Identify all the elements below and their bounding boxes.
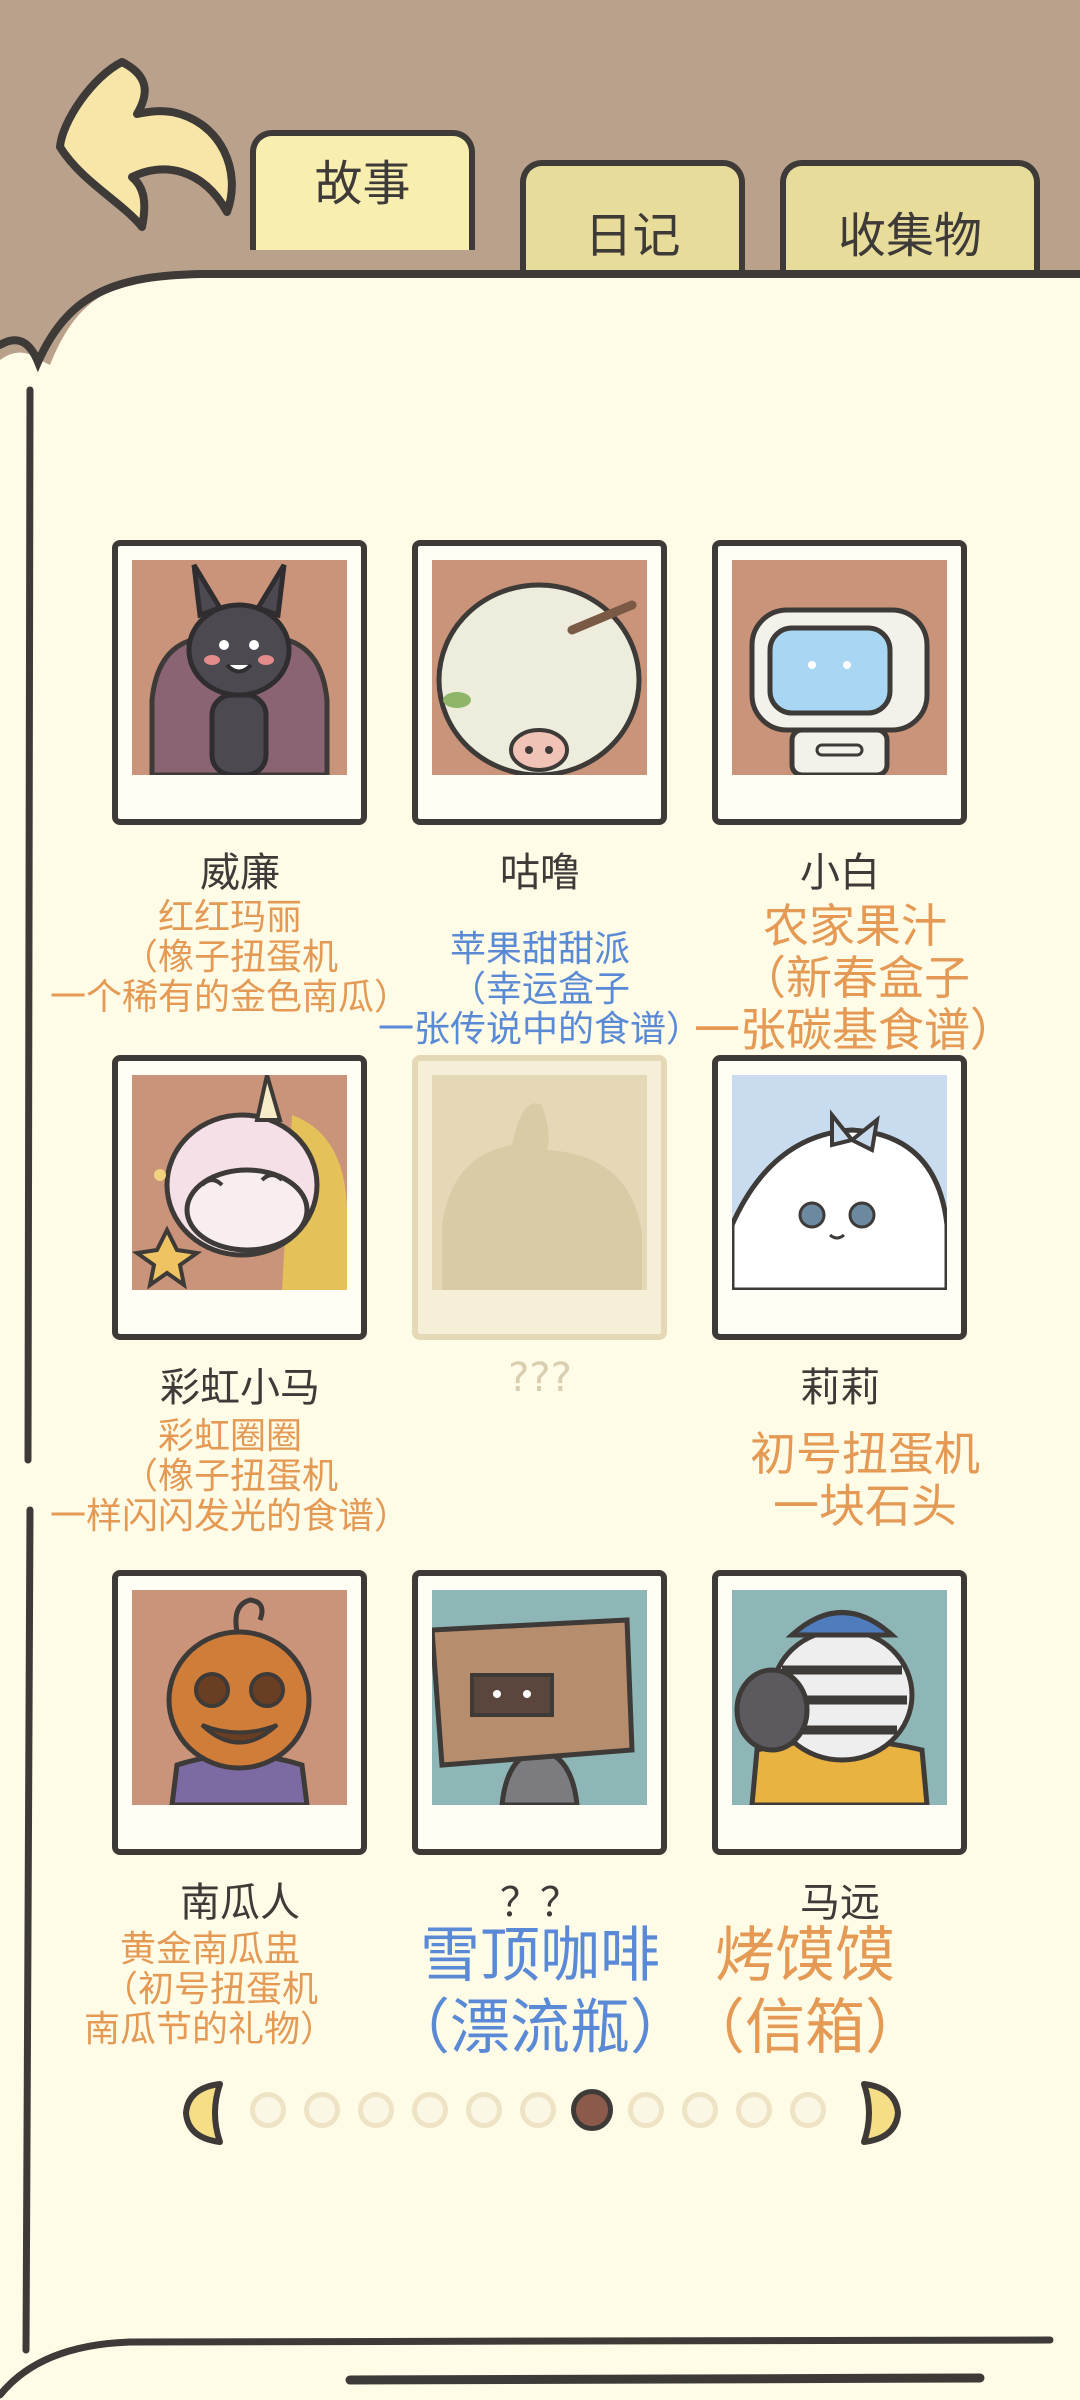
page-dot[interactable] (358, 2092, 394, 2128)
note-line: （初号扭蛋机 (101, 1969, 318, 2010)
character-note: 雪顶咖啡 （漂流瓶） (380, 1920, 700, 2064)
box-head-portrait (432, 1590, 647, 1805)
character-note: 烤馍馍 （信箱） (670, 1920, 940, 2064)
character-name: 彩虹小马 (160, 1365, 320, 1411)
character-card-william[interactable] (112, 540, 367, 825)
page-dot[interactable] (628, 2092, 664, 2128)
note-line: 南瓜节的礼物） (83, 2009, 336, 2050)
page-indicator (0, 2070, 1080, 2150)
character-name: 咕噜 (500, 850, 580, 896)
note-line: 烤馍馍 (715, 1921, 895, 1991)
xiaobai-portrait (732, 560, 947, 775)
pumpkin-man-portrait (132, 1590, 347, 1805)
lily-portrait (732, 1075, 947, 1290)
gulu-portrait (432, 560, 647, 775)
tab-collection-label: 收集物 (837, 208, 982, 264)
character-card-pumpkin-man[interactable] (112, 1570, 367, 1855)
character-card-box-head[interactable] (412, 1570, 667, 1855)
note-line: 雪顶咖啡 (420, 1921, 660, 1991)
locked-silhouette (432, 1075, 647, 1290)
tab-collection[interactable]: 收集物 (780, 160, 1040, 280)
character-note: 初号扭蛋机 一块石头 (705, 1428, 1025, 1532)
william-portrait (132, 560, 347, 775)
page-dot[interactable] (304, 2092, 340, 2128)
character-note: 彩虹圈圈 （橡子扭蛋机 一样闪闪发光的食谱） (20, 1417, 440, 1537)
tab-story-label: 故事 (314, 156, 411, 212)
character-name: 小白 (800, 850, 880, 896)
note-line: 一样闪闪发光的食谱） (49, 1496, 410, 1537)
character-name: 威廉 (200, 850, 280, 896)
note-line: （信箱） (685, 1993, 925, 2063)
note-line: （漂流瓶） (390, 1993, 690, 2063)
character-card-locked[interactable] (412, 1055, 667, 1340)
note-line: 一块石头 (773, 1479, 957, 1533)
page-dot[interactable] (520, 2092, 556, 2128)
note-line: 彩虹圈圈 (157, 1416, 302, 1457)
character-card-lily[interactable] (712, 1055, 967, 1340)
back-arrow-icon[interactable] (52, 52, 242, 232)
rainbow-pony-portrait (132, 1075, 347, 1290)
character-note: 黄金南瓜盅 （初号扭蛋机 南瓜节的礼物） (30, 1930, 390, 2050)
note-line: （橡子扭蛋机 (121, 1456, 338, 1497)
next-page-icon[interactable] (856, 2078, 904, 2148)
note-line: 初号扭蛋机 (750, 1427, 980, 1481)
page-dot[interactable] (682, 2092, 718, 2128)
note-line: 黄金南瓜盅 (119, 1929, 300, 1970)
note-line: 农家果汁 (763, 899, 947, 953)
character-note: 农家果汁 （新春盒子 一张碳基食谱） (685, 900, 1025, 1056)
character-name: ??? (508, 1355, 572, 1401)
tab-story[interactable]: 故事 (250, 130, 475, 250)
note-line: （新春盒子 (740, 951, 970, 1005)
page-dot-active[interactable] (571, 2089, 613, 2131)
page-dot[interactable] (466, 2092, 502, 2128)
mayuan-portrait (732, 1590, 947, 1805)
page-dot[interactable] (250, 2092, 286, 2128)
page-dot[interactable] (412, 2092, 448, 2128)
character-card-gulu[interactable] (412, 540, 667, 825)
character-card-rainbow-pony[interactable] (112, 1055, 367, 1340)
page-dot[interactable] (790, 2092, 826, 2128)
tab-diary[interactable]: 日记 (520, 160, 745, 280)
character-card-xiaobai[interactable] (712, 540, 967, 825)
tab-diary-label: 日记 (584, 208, 681, 264)
character-card-mayuan[interactable] (712, 1570, 967, 1855)
character-name: 南瓜人 (180, 1880, 300, 1926)
page-dot[interactable] (736, 2092, 772, 2128)
note-line: 一张碳基食谱） (694, 1003, 1016, 1057)
prev-page-icon[interactable] (180, 2078, 228, 2148)
character-name: 莉莉 (800, 1365, 880, 1411)
